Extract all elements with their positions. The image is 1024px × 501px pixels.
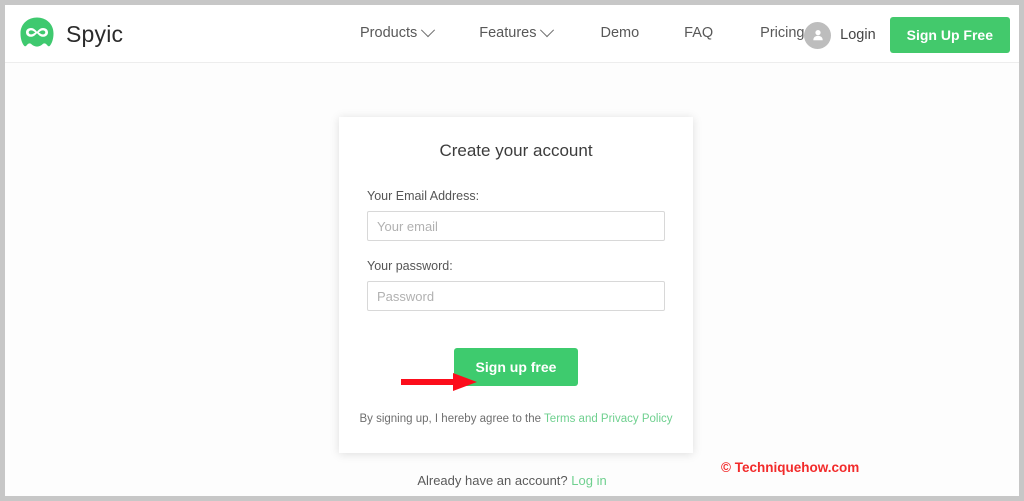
header-signup-free-button[interactable]: Sign Up Free <box>889 17 1010 53</box>
nav-label-products: Products <box>360 25 418 41</box>
nav-item-faq[interactable]: FAQ <box>684 25 713 41</box>
nav-item-products[interactable]: Products <box>360 23 436 41</box>
login-label: Login <box>840 27 876 43</box>
terms-and-privacy-policy-link[interactable]: Terms and Privacy Policy <box>544 413 672 425</box>
nav-label-pricing: Pricing <box>760 25 805 41</box>
password-input[interactable] <box>367 281 665 311</box>
email-field-group: Your Email Address: <box>339 189 693 241</box>
nav-item-pricing[interactable]: Pricing <box>760 25 804 41</box>
submit-row: Sign up free <box>339 348 693 386</box>
site-header: Spyic Products Features Demo FAQ Pricing <box>5 5 1019 63</box>
infinity-logo-icon <box>20 17 54 47</box>
watermark-text: © Techniquehow.com <box>721 460 860 475</box>
brand-logo-link[interactable]: Spyic <box>19 16 123 52</box>
existing-account-row: Already have an account? Log in <box>5 473 1019 488</box>
nav-item-features[interactable]: Features <box>479 23 555 41</box>
header-actions: Login Sign Up Free <box>804 17 1010 53</box>
terms-notice: By signing up, I hereby agree to the Ter… <box>339 413 693 425</box>
chevron-down-icon <box>540 23 555 38</box>
nav-label-demo: Demo <box>600 25 640 41</box>
nav-label-faq: FAQ <box>684 25 714 41</box>
nav-label-features: Features <box>479 25 537 41</box>
user-avatar-icon <box>804 21 832 49</box>
email-input[interactable] <box>367 211 665 241</box>
chevron-down-icon <box>421 23 436 38</box>
signup-card: Create your account Your Email Address: … <box>339 117 693 453</box>
main-content: Create your account Your Email Address: … <box>5 63 1019 496</box>
password-field-group: Your password: <box>339 259 693 311</box>
login-link[interactable]: Login <box>804 21 876 49</box>
sign-up-free-button[interactable]: Sign up free <box>453 348 579 386</box>
nav-item-demo[interactable]: Demo <box>600 25 639 41</box>
email-field-label: Your Email Address: <box>367 189 480 203</box>
brand-name: Spyic <box>66 20 124 47</box>
card-title: Create your account <box>439 141 593 160</box>
main-navigation: Products Features Demo FAQ Pricing <box>360 23 805 41</box>
terms-text: By signing up, I hereby agree to the <box>359 413 542 425</box>
existing-account-text: Already have an account? <box>417 473 568 488</box>
log-in-link[interactable]: Log in <box>571 473 606 488</box>
password-field-label: Your password: <box>367 259 453 273</box>
browser-screenshot: Spyic Products Features Demo FAQ Pricing <box>0 0 1024 501</box>
